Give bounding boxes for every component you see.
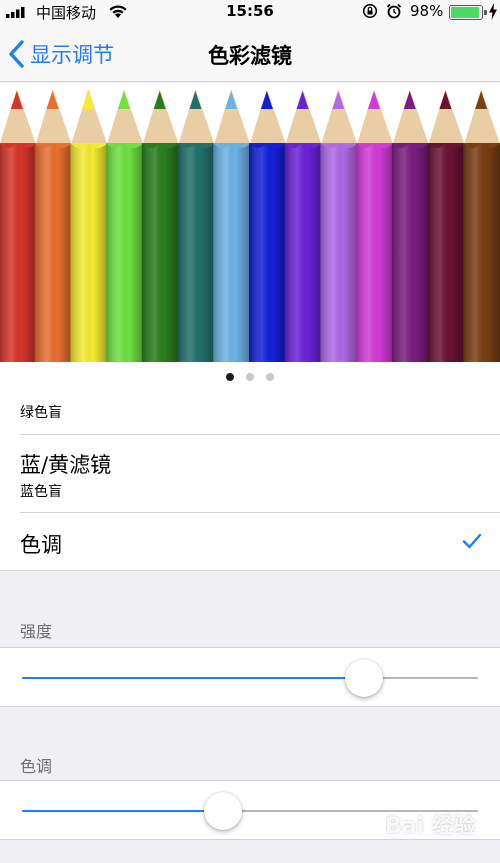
navigation-bar: 显示调节 色彩滤镜 [0,24,500,82]
filter-row-blue-yellow[interactable]: 蓝/黄滤镜 蓝色盲 [20,435,500,513]
pencil [106,89,144,362]
filter-row-tint[interactable]: 色调 [20,513,500,570]
intensity-slider-thumb[interactable] [345,659,383,697]
intensity-section-header: 强度 [20,622,53,641]
alarm-icon [386,3,402,19]
intensity-slider-fill [22,677,364,679]
hue-section-header: 色调 [20,757,53,776]
status-bar: 中国移动 15:56 98% [0,0,500,24]
page-dot[interactable] [266,373,274,381]
pencil [427,89,466,362]
charging-bolt-icon [489,3,497,20]
page-dot[interactable] [246,373,254,381]
filter-row-blue-yellow-subtitle: 蓝色盲 [20,484,62,500]
pencil [463,89,500,362]
pencil [34,89,73,362]
baidu-watermark: Bai 经验 [385,814,476,839]
pencil [391,89,430,362]
pencil [177,89,216,362]
pencil [284,89,323,362]
page-indicator[interactable] [0,362,500,392]
battery-percentage: 98% [410,2,444,20]
rotation-lock-icon [362,3,378,19]
intensity-slider[interactable] [0,647,500,707]
filter-row-tint-label: 色调 [20,533,62,557]
filter-row-blue-yellow-label: 蓝/黄滤镜 [20,453,112,477]
pencil [320,89,359,362]
pencil [70,89,109,362]
filter-list: 绿色盲 蓝/黄滤镜 蓝色盲 色调 [0,392,500,571]
page-dot[interactable] [226,373,234,381]
pencil [356,89,394,362]
pencil [0,89,37,362]
page-title: 色彩滤镜 [208,44,292,68]
pencil [213,89,251,362]
checkmark-icon [462,533,482,549]
hue-slider-fill [22,810,223,812]
battery-icon [449,5,487,20]
hue-slider-thumb[interactable] [203,792,242,830]
pencil [141,89,180,362]
filter-row-green-subtitle: 绿色盲 [20,405,62,421]
pencil [249,89,287,362]
color-pencils-preview[interactable] [0,83,500,362]
filter-row-green[interactable]: 绿色盲 [20,392,500,435]
